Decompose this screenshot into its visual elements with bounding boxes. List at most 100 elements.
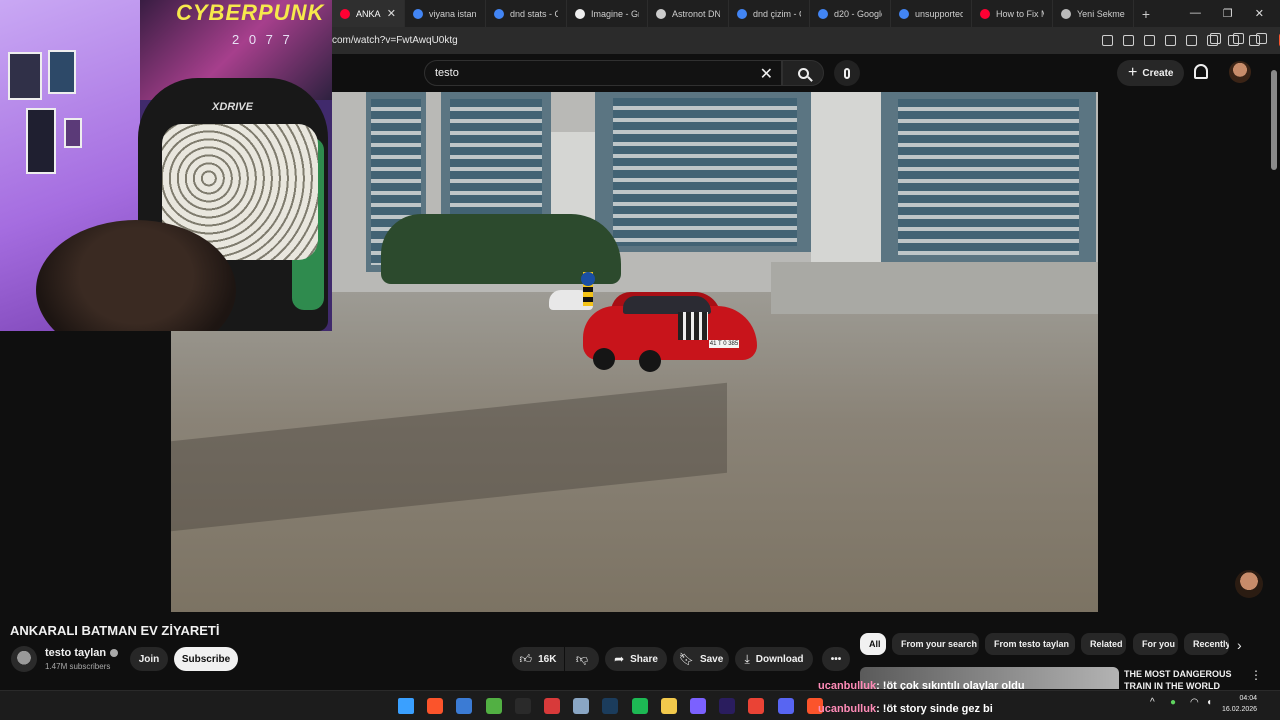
address-bar[interactable]: com/watch?v=FwtAwqU0ktg <box>332 27 1280 54</box>
share-label: Share <box>630 653 658 665</box>
join-label: Join <box>138 653 160 665</box>
create-button[interactable]: + Create <box>1117 60 1185 86</box>
tab-label: viyana istanbul <box>429 8 477 19</box>
taskbar-file-explorer-icon[interactable] <box>661 698 677 714</box>
scrollbar-thumb[interactable] <box>1271 70 1277 170</box>
taskbar-steam-icon[interactable] <box>602 698 618 714</box>
subscriber-count: 1.47M subscribers <box>45 662 111 671</box>
save-button[interactable]: 🔖︎ Save <box>673 647 729 671</box>
url-text[interactable]: com/watch?v=FwtAwqU0ktg <box>332 35 458 46</box>
thumbs-up-icon: 👍︎ <box>519 651 533 666</box>
restore-icon[interactable]: ❐ <box>1223 7 1233 20</box>
tab-favicon-icon <box>818 8 828 19</box>
download-label: Download <box>755 653 804 665</box>
filter-chip[interactable]: All <box>860 633 886 655</box>
browser-tab[interactable]: dnd çizim - G <box>729 0 810 27</box>
filter-chip[interactable]: From testo taylan <box>985 633 1075 655</box>
tab-favicon-icon <box>899 8 909 19</box>
voice-search-button[interactable] <box>834 60 860 86</box>
create-label: Create <box>1142 67 1174 79</box>
filter-chip[interactable]: From your search <box>892 633 979 655</box>
chips-next-icon[interactable]: › <box>1237 637 1242 653</box>
search-value: testo <box>435 67 459 79</box>
video-building <box>881 92 1096 262</box>
cast-icon[interactable] <box>1233 33 1244 44</box>
minimize-icon[interactable]: — <box>1190 7 1201 20</box>
sidebar-icon[interactable] <box>1165 35 1176 46</box>
translate-icon[interactable] <box>1210 33 1221 44</box>
download-icon: ⤓ <box>744 651 750 666</box>
search-button[interactable] <box>782 60 824 86</box>
network-icon[interactable]: ◠ <box>1190 697 1199 708</box>
tab-label: dnd stats - G <box>510 8 558 19</box>
join-button[interactable]: Join <box>130 647 168 671</box>
poster-text: CYBERPUNK <box>176 0 325 25</box>
screenshot-icon[interactable] <box>1123 35 1134 46</box>
taskbar-clock[interactable]: 04:04 16.02.2026 <box>1222 693 1257 715</box>
tab-favicon-icon <box>1061 8 1071 19</box>
recommendation-menu-icon[interactable]: ⋮ <box>1250 668 1262 682</box>
browser-tab[interactable]: Imagine - Gro <box>567 0 648 27</box>
wallet-icon[interactable] <box>1186 35 1197 46</box>
window-controls: — ❐ ✕ <box>1190 7 1280 20</box>
tray-chevron-icon[interactable]: ^ <box>1150 697 1155 708</box>
volume-icon[interactable]: ◖ <box>1206 697 1212 708</box>
like-button[interactable]: 👍︎ 16K <box>512 647 564 671</box>
taskbar-calculator-icon[interactable] <box>573 698 589 714</box>
more-actions-button[interactable]: ••• <box>822 647 850 671</box>
taskbar-brave-icon[interactable] <box>427 698 443 714</box>
taskbar-monitor-icon[interactable] <box>456 698 472 714</box>
taskbar-discord-icon[interactable] <box>778 698 794 714</box>
close-tab-icon[interactable]: ✕ <box>387 7 396 20</box>
clock-time: 04:04 <box>1239 695 1258 702</box>
browser-tab[interactable]: Astronot DNC <box>648 0 729 27</box>
tab-label: d20 - Google <box>834 8 882 19</box>
tab-label: dnd çizim - G <box>753 8 801 19</box>
dislike-button[interactable]: 👎︎ <box>565 647 599 671</box>
taskbar-windows-start-icon[interactable] <box>398 698 414 714</box>
search-input[interactable]: testo ✕ <box>424 60 782 86</box>
media-icon[interactable] <box>1144 35 1155 46</box>
download-button[interactable]: ⤓ Download <box>735 647 813 671</box>
more-icon: ••• <box>830 653 842 665</box>
channel-name[interactable]: testo taylan <box>45 647 119 659</box>
browser-tab[interactable]: Yeni Sekme <box>1053 0 1134 27</box>
account-avatar[interactable] <box>1229 61 1251 83</box>
microphone-tray-icon[interactable]: ● <box>1170 697 1176 708</box>
extensions-icon[interactable] <box>1102 35 1113 46</box>
recommendation-title[interactable]: THE MOST DANGEROUS TRAIN IN THE WORLD <box>1124 668 1234 690</box>
taskbar-chrome-icon[interactable] <box>748 698 764 714</box>
windows-taskbar <box>0 690 1280 720</box>
browser-tab[interactable]: d20 - Google <box>810 0 891 27</box>
close-window-icon[interactable]: ✕ <box>1255 7 1264 20</box>
page-scrollbar[interactable] <box>1271 60 1277 685</box>
channel-avatar[interactable] <box>11 646 37 672</box>
browser-tab[interactable]: unsupported <box>891 0 972 27</box>
webcam-overlay: CYBERPUNK 2 0 7 7 XDRIVE <box>0 0 332 331</box>
browser-tab[interactable]: How to Fix M <box>972 0 1053 27</box>
browser-tab[interactable]: viyana istanbul <box>405 0 486 27</box>
poster-digits: 2 0 7 7 <box>232 32 293 47</box>
browser-tab[interactable]: ANKARA ✕ <box>332 0 405 27</box>
share-button[interactable]: ➦ Share <box>605 647 667 671</box>
screen: ANKARA ✕ viyana istanbul dnd stats - G Imagi… <box>0 0 1280 720</box>
new-tab-button[interactable]: + <box>1134 6 1158 22</box>
taskbar-search-app-icon[interactable] <box>690 698 706 714</box>
share-page-icon[interactable] <box>1256 33 1267 44</box>
taskbar-spotify-icon[interactable] <box>632 698 648 714</box>
car-plate: 41 T 0 385 <box>709 340 739 348</box>
clear-search-icon[interactable]: ✕ <box>760 64 773 84</box>
filter-chip[interactable]: Recently uploaded <box>1184 633 1229 655</box>
notifications-bell-icon[interactable] <box>1194 64 1208 79</box>
subscribe-button[interactable]: Subscribe <box>174 647 238 671</box>
taskbar-red-app-icon[interactable] <box>544 698 560 714</box>
filter-chip[interactable]: Related <box>1081 633 1126 655</box>
taskbar-xbox-icon[interactable] <box>486 698 502 714</box>
browser-tab[interactable]: dnd stats - G <box>486 0 567 27</box>
microphone-icon <box>844 67 850 79</box>
filter-chip[interactable]: For you <box>1133 633 1178 655</box>
clock-date: 16.02.2026 <box>1222 706 1258 713</box>
video-building <box>811 92 881 262</box>
taskbar-epic-games-icon[interactable] <box>515 698 531 714</box>
taskbar-premiere-icon[interactable] <box>719 698 735 714</box>
